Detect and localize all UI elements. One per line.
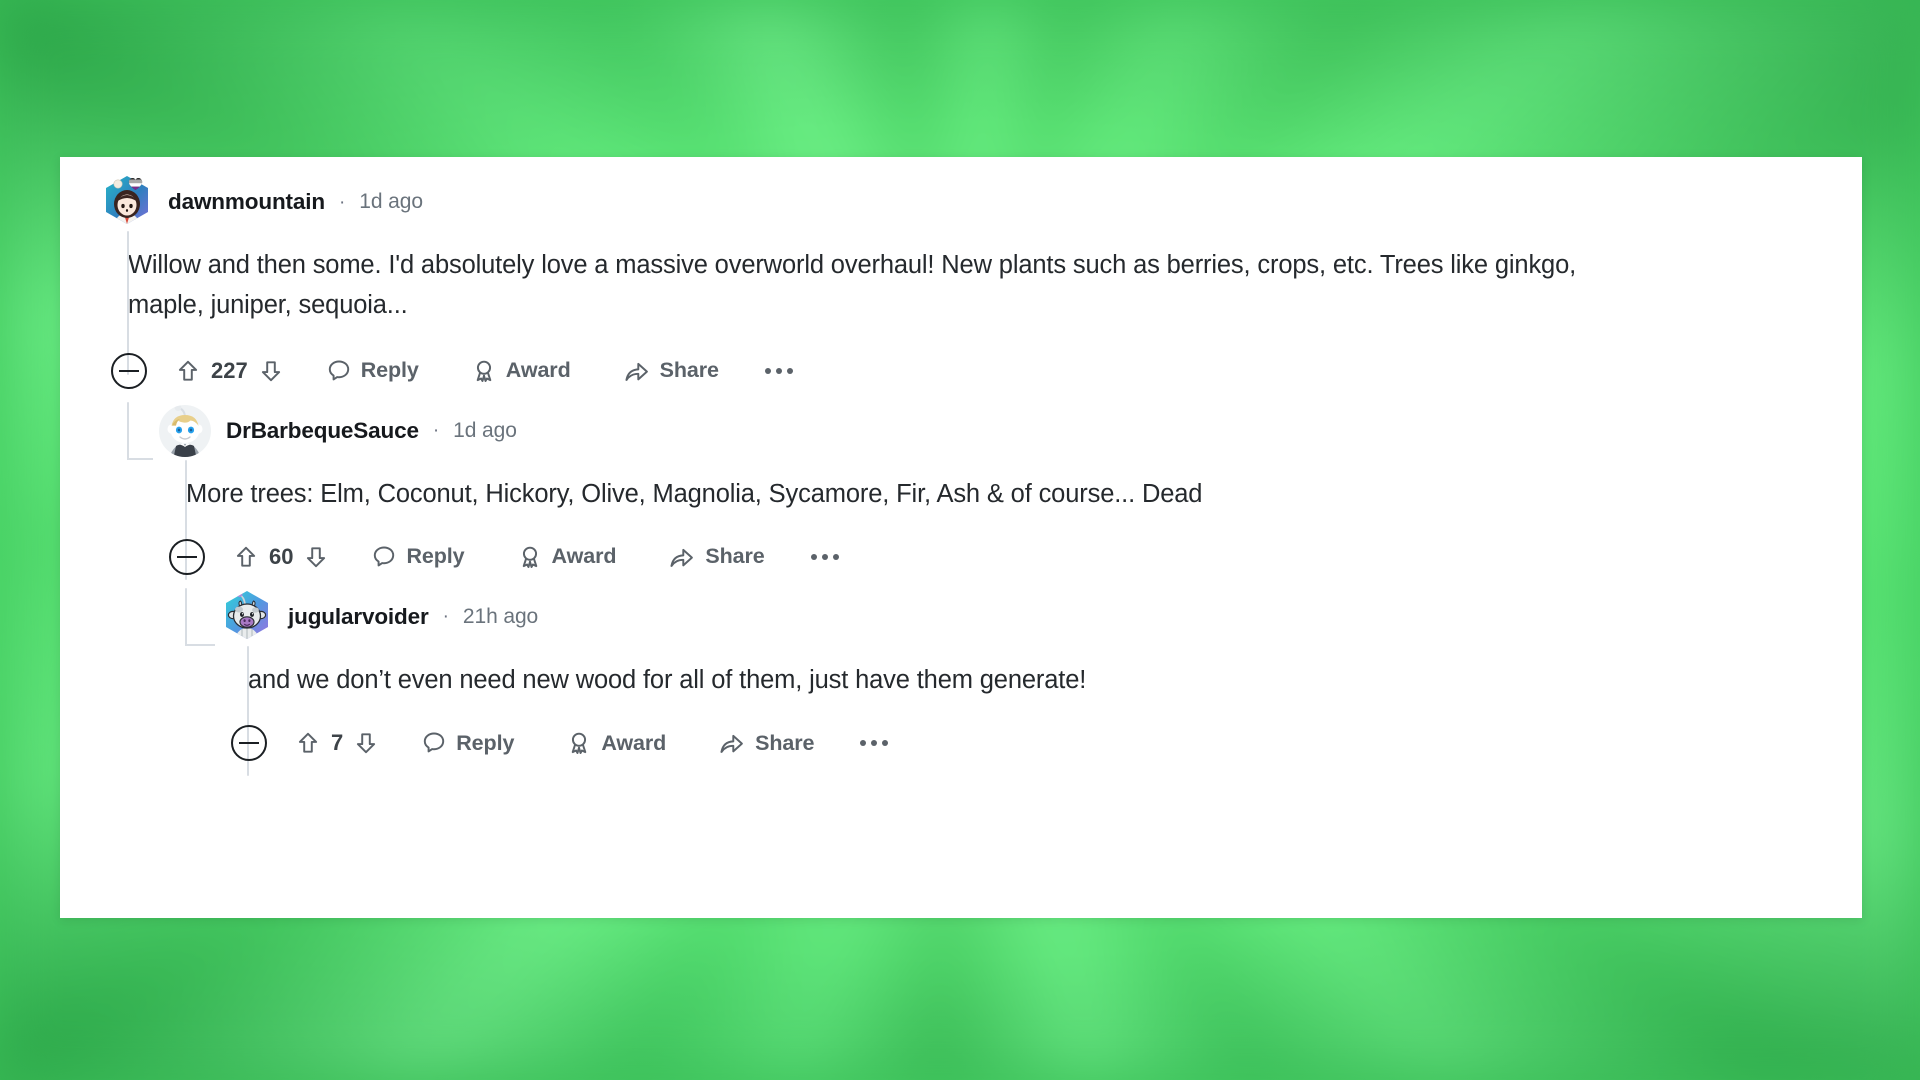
circle-snoo-suit-avatar xyxy=(159,404,211,457)
comment-header: jugularvoider · 21h ago xyxy=(218,588,1862,646)
hexagon-girl-avatar xyxy=(106,176,148,224)
comment-thread-item: jugularvoider · 21h ago and we don’t eve… xyxy=(156,587,1862,788)
more-options-button[interactable] xyxy=(858,734,890,752)
comment-body-text: Willow and then some. I'd absolutely lov… xyxy=(128,251,1577,320)
award-ribbon-icon xyxy=(522,546,537,568)
upvote-arrow-icon[interactable] xyxy=(175,358,201,384)
award-button[interactable]: Award xyxy=(566,730,666,756)
reply-button[interactable]: Reply xyxy=(421,730,514,756)
vote-count: 227 xyxy=(211,357,248,383)
ellipsis-icon xyxy=(860,740,867,747)
more-options-button[interactable] xyxy=(763,362,795,380)
thread-line[interactable] xyxy=(127,401,129,460)
reply-label: Reply xyxy=(360,358,419,383)
comment-header: DrBarbequeSauce · 1d ago xyxy=(156,402,1862,460)
meta-separator: · xyxy=(338,191,346,213)
comment-thread-item: dawnmountain · 1d ago Willow and then so… xyxy=(60,157,1862,788)
vote-count: 7 xyxy=(331,730,344,756)
comment-bubble-icon xyxy=(328,360,349,380)
comment-body-wrapper: Willow and then some. I'd absolutely lov… xyxy=(98,231,1862,326)
award-label: Award xyxy=(551,544,617,569)
comment-bubble-icon xyxy=(374,546,395,567)
share-button[interactable]: Share xyxy=(668,544,765,570)
thread-line[interactable] xyxy=(185,587,187,646)
clipped-next-comment xyxy=(218,774,1862,788)
collapse-thread-button[interactable] xyxy=(231,725,267,762)
share-arrow-icon xyxy=(720,735,744,754)
comment-action-bar: 7 Reply Award Share xyxy=(231,712,1862,774)
comment-thread-item: DrBarbequeSauce · 1d ago More trees: Elm… xyxy=(98,401,1862,789)
award-ribbon-icon xyxy=(572,732,587,755)
ellipsis-icon xyxy=(832,553,839,560)
share-arrow-icon xyxy=(670,548,694,567)
comment-body-wrapper: and we don’t even need new wood for all … xyxy=(218,646,1862,700)
share-button[interactable]: Share xyxy=(623,358,719,384)
share-arrow-icon xyxy=(625,362,648,381)
comment-timestamp: 1d ago xyxy=(359,190,423,213)
avatar[interactable] xyxy=(156,402,214,460)
downvote-arrow-icon[interactable] xyxy=(258,358,284,384)
collapse-thread-button[interactable] xyxy=(169,538,205,575)
ellipsis-icon xyxy=(764,367,771,374)
ellipsis-icon xyxy=(775,367,782,374)
comment-author-username[interactable]: DrBarbequeSauce xyxy=(226,418,419,444)
award-button[interactable]: Award xyxy=(517,544,617,570)
ellipsis-icon xyxy=(786,367,793,374)
collapse-thread-button[interactable] xyxy=(111,352,147,389)
award-ribbon-icon xyxy=(476,360,492,382)
more-options-button[interactable] xyxy=(809,548,841,566)
award-label: Award xyxy=(505,358,571,383)
comment-timestamp: 1d ago xyxy=(453,418,517,442)
reply-button[interactable]: Reply xyxy=(371,544,465,570)
meta-separator: · xyxy=(442,606,449,628)
downvote-arrow-icon[interactable] xyxy=(303,544,329,570)
comment-author-username[interactable]: dawnmountain xyxy=(168,189,325,215)
comment-body-wrapper: More trees: Elm, Coconut, Hickory, Olive… xyxy=(156,460,1862,514)
hexagon-cow-avatar xyxy=(226,590,268,639)
comment-header: dawnmountain · 1d ago xyxy=(98,173,1862,231)
reply-label: Reply xyxy=(456,730,515,755)
share-button[interactable]: Share xyxy=(718,730,815,756)
avatar[interactable] xyxy=(218,588,276,646)
comment-author-username[interactable]: jugularvoider xyxy=(288,604,429,630)
ellipsis-icon xyxy=(871,740,878,747)
comment-body-text: More trees: Elm, Coconut, Hickory, Olive… xyxy=(186,479,1203,508)
upvote-arrow-icon[interactable] xyxy=(233,544,259,570)
reply-label: Reply xyxy=(406,544,465,569)
award-label: Award xyxy=(601,730,667,755)
comment-thread-card: dawnmountain · 1d ago Willow and then so… xyxy=(60,157,1862,918)
upvote-arrow-icon[interactable] xyxy=(295,730,321,756)
downvote-arrow-icon[interactable] xyxy=(353,730,379,756)
award-button[interactable]: Award xyxy=(471,358,571,384)
reply-button[interactable]: Reply xyxy=(326,358,419,384)
ellipsis-icon xyxy=(810,553,817,560)
thread-elbow xyxy=(185,643,215,646)
vote-group: 60 xyxy=(233,544,329,570)
thread-elbow xyxy=(127,457,153,460)
comment-action-bar: 60 Reply Award Share xyxy=(169,526,1862,588)
vote-group: 7 xyxy=(295,730,379,756)
ellipsis-icon xyxy=(882,740,889,747)
comment-action-bar: 227 Reply Award Share xyxy=(111,340,1862,402)
avatar[interactable] xyxy=(98,173,156,231)
vote-count: 60 xyxy=(269,543,294,569)
vote-group: 227 xyxy=(175,358,284,384)
comment-bubble-icon xyxy=(424,732,445,753)
share-label: Share xyxy=(705,544,765,569)
ellipsis-icon xyxy=(821,553,828,560)
comment-timestamp: 21h ago xyxy=(462,604,539,628)
share-label: Share xyxy=(659,358,719,383)
meta-separator: · xyxy=(432,420,440,442)
share-label: Share xyxy=(755,730,815,755)
comment-body-text: and we don’t even need new wood for all … xyxy=(248,665,1087,694)
